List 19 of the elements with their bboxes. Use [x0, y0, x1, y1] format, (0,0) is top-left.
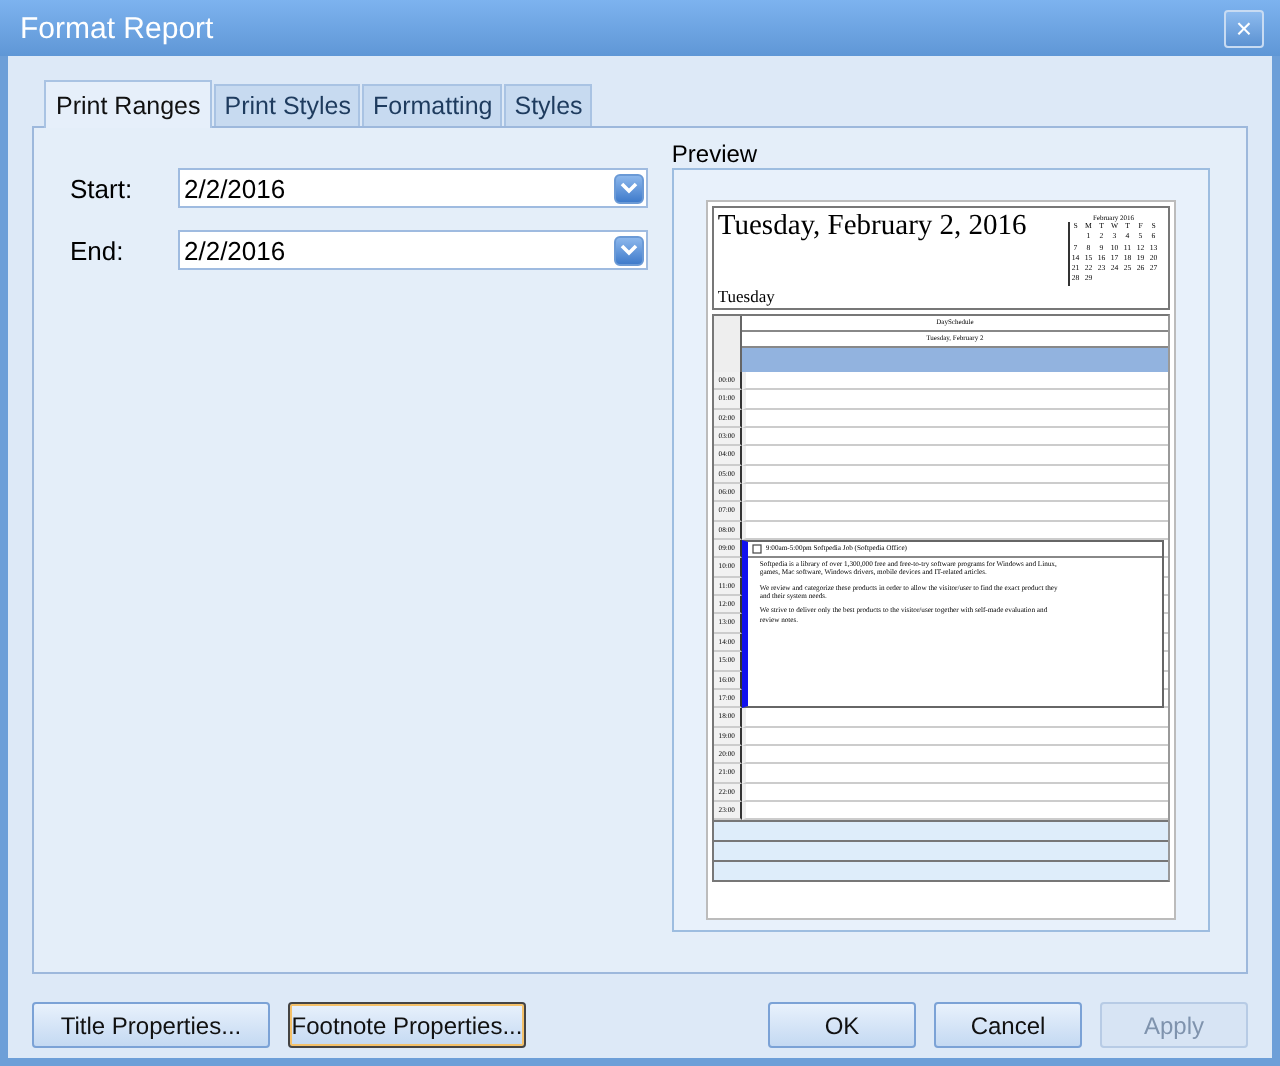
preview-label: Preview [671, 140, 760, 168]
note-icon [751, 544, 762, 555]
tab[interactable]: Formatting [362, 84, 503, 126]
tab[interactable]: Print Styles [214, 84, 361, 126]
field-label: End: [70, 235, 126, 265]
date-dropdown[interactable]: 2/2/2016 [178, 230, 648, 270]
dialog-button[interactable]: Cancel [934, 1002, 1082, 1048]
dialog-button[interactable]: OK [768, 1002, 916, 1048]
report-date: Tuesday, February 2, 2016 [717, 210, 1027, 244]
date-dropdown[interactable]: 2/2/2016 [178, 168, 648, 208]
window-title: Format Report [20, 11, 214, 45]
report-weekday: Tuesday [717, 286, 777, 306]
field-label: Start: [70, 173, 135, 203]
dialog-button[interactable]: Title Properties... [32, 1002, 270, 1048]
tab[interactable]: Styles [504, 84, 593, 126]
dialog-button: Apply [1100, 1002, 1248, 1048]
schedule-corner [713, 316, 742, 372]
dialog-button[interactable]: Footnote Properties... [288, 1002, 526, 1048]
tab[interactable]: Print Ranges [44, 80, 213, 128]
